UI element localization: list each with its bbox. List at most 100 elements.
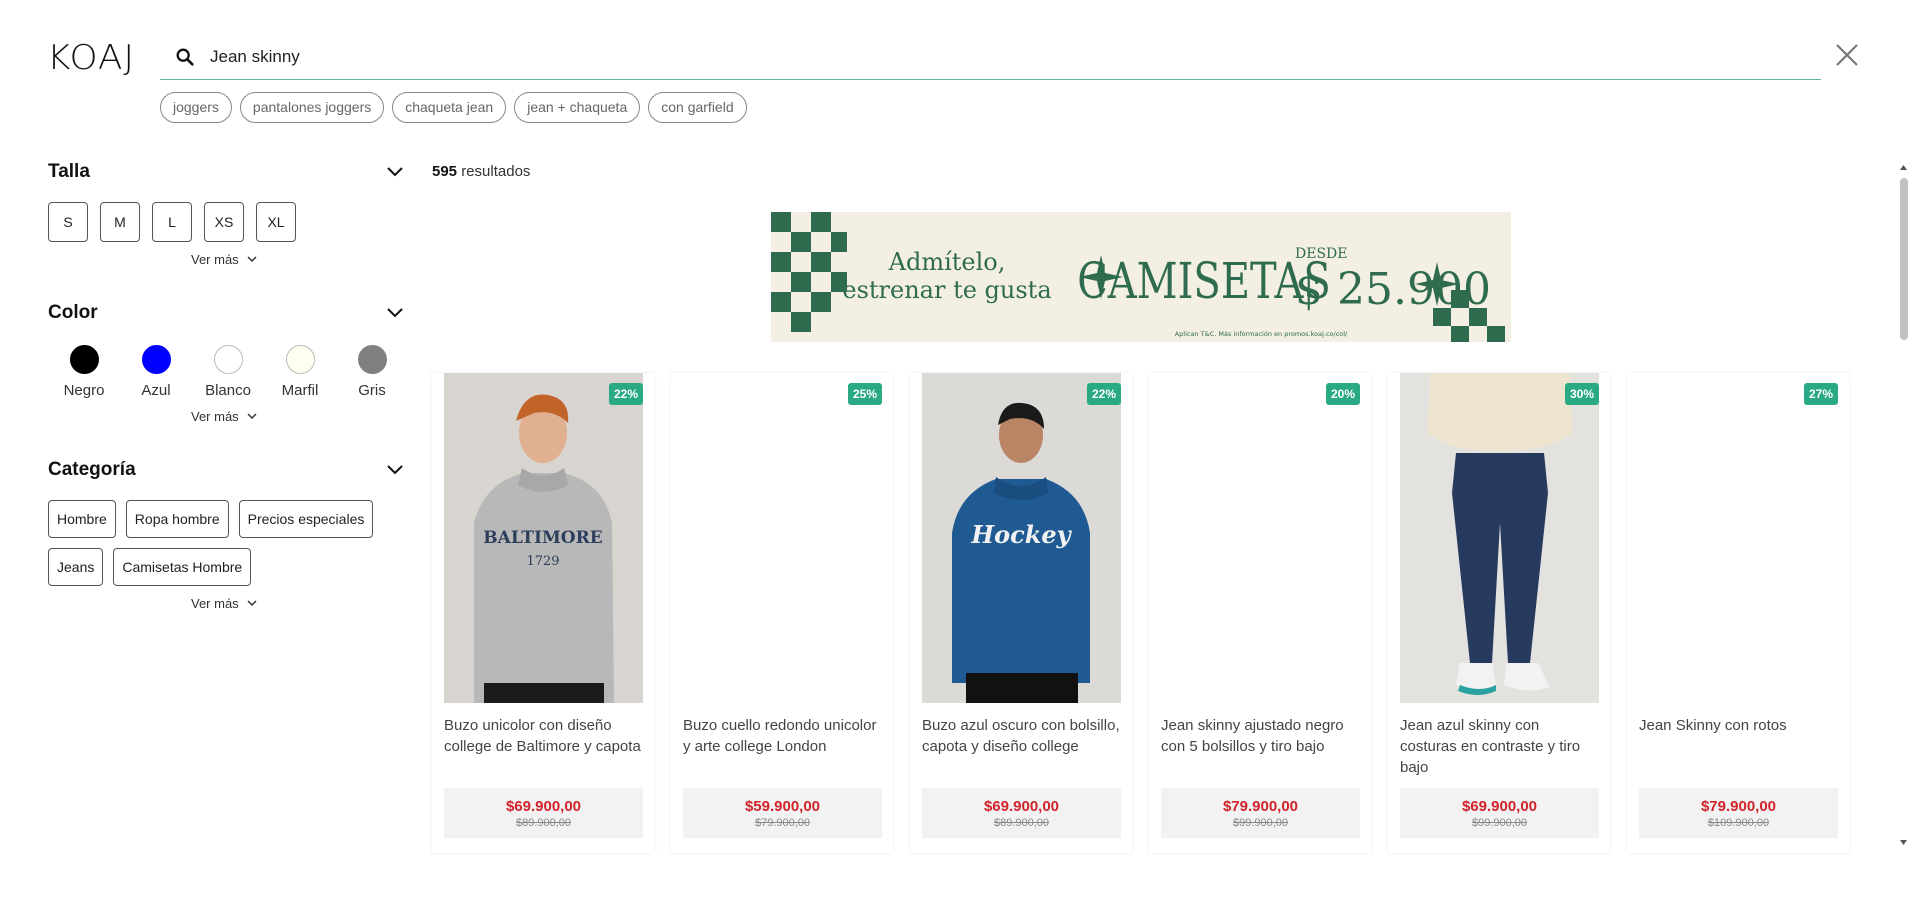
size-option-xl[interactable]: XL: [256, 202, 296, 242]
product-name[interactable]: Buzo azul oscuro con bolsillo, capota y …: [922, 715, 1120, 778]
size-filter-header[interactable]: Talla: [48, 158, 404, 186]
search-icon[interactable]: [174, 46, 196, 68]
scrollbar-thumb[interactable]: [1900, 178, 1908, 340]
suggestion-chip[interactable]: jean + chaqueta: [514, 92, 641, 123]
price-box: $79.900,00 $99.900,00: [1161, 788, 1360, 838]
product-old-price: $89.900,00: [993, 816, 1050, 829]
color-swatch[interactable]: [285, 345, 315, 374]
category-filter-header[interactable]: Categoría: [48, 456, 404, 484]
product-name[interactable]: Jean skinny ajustado negro con 5 bolsill…: [1161, 715, 1359, 778]
product-old-price: $99.900,00: [1232, 816, 1289, 829]
category-filter-title: Categoría: [48, 459, 136, 480]
product-name[interactable]: Buzo cuello redondo unicolor y arte coll…: [683, 715, 881, 778]
category-more-button[interactable]: Ver más: [191, 596, 408, 611]
product-card[interactable]: 27% Jean Skinny con rotos $79.900,00 $10…: [1627, 373, 1849, 853]
color-option-negro[interactable]: Negro: [48, 345, 120, 399]
color-filter: Color Negro Azul Blanco Marfil Gris Ver …: [48, 299, 408, 424]
color-option-azul[interactable]: Azul: [120, 345, 192, 399]
size-option-s[interactable]: S: [48, 202, 88, 242]
product-image[interactable]: 30%: [1400, 373, 1599, 703]
size-option-xs[interactable]: XS: [204, 202, 244, 242]
product-card[interactable]: 20% Jean skinny ajustado negro con 5 bol…: [1149, 373, 1371, 853]
color-swatch[interactable]: [213, 345, 243, 374]
category-option-ropa-hombre[interactable]: Ropa hombre: [125, 500, 229, 538]
print-text: Hockey: [970, 520, 1072, 549]
suggestion-chip[interactable]: pantalones joggers: [239, 92, 385, 123]
color-option-blanco[interactable]: Blanco: [192, 345, 264, 399]
results-count: 595 resultados: [432, 163, 530, 180]
product-image[interactable]: Hockey 22%: [922, 373, 1121, 703]
color-label: Blanco: [205, 382, 251, 399]
price-box: $69.900,00 $99.900,00: [1400, 788, 1599, 838]
chevron-down-icon: [247, 600, 257, 607]
product-name[interactable]: Jean azul skinny con costuras en contras…: [1400, 715, 1598, 778]
more-label: Ver más: [191, 409, 239, 424]
size-option-m[interactable]: M: [100, 202, 140, 242]
color-label: Azul: [141, 382, 171, 399]
suggestion-chip[interactable]: joggers: [160, 92, 232, 123]
color-option-gris[interactable]: Gris: [336, 345, 408, 399]
product-name[interactable]: Jean Skinny con rotos: [1639, 715, 1837, 778]
product-card[interactable]: 30% Jean azul skinny con costuras en con…: [1388, 373, 1610, 853]
print-text: BALTIMORE: [483, 528, 602, 548]
discount-badge: 20%: [1325, 383, 1360, 405]
product-price: $69.900,00: [505, 797, 582, 815]
discount-badge: 27%: [1803, 383, 1838, 405]
banner-from: DESDE: [1295, 246, 1347, 262]
promo-banner[interactable]: Admítelo, estrenar te gusta CAMISETAS DE…: [771, 212, 1511, 342]
color-option-marfil[interactable]: Marfil: [264, 345, 336, 399]
color-label: Marfil: [281, 382, 319, 399]
product-image[interactable]: BALTIMORE 1729 22%: [444, 373, 643, 703]
color-more-button[interactable]: Ver más: [191, 409, 408, 424]
color-filter-header[interactable]: Color: [48, 299, 404, 327]
jeans-photo: [1400, 373, 1599, 703]
more-label: Ver más: [191, 596, 239, 611]
product-card[interactable]: 25% Buzo cuello redondo unicolor y arte …: [671, 373, 893, 853]
product-name[interactable]: Buzo unicolor con diseño college de Balt…: [444, 715, 642, 778]
suggestion-chip[interactable]: con garfield: [648, 92, 747, 123]
banner-product: CAMISETAS: [1077, 252, 1331, 311]
koaj-logo[interactable]: KOAJ: [47, 38, 135, 78]
discount-badge: 25%: [847, 383, 882, 405]
color-swatch[interactable]: [69, 345, 99, 374]
product-old-price: $109.900,00: [1707, 816, 1770, 829]
search-suggestions: joggers pantalones joggers chaqueta jean…: [160, 92, 747, 123]
size-option-l[interactable]: L: [152, 202, 192, 242]
size-more-button[interactable]: Ver más: [191, 252, 408, 267]
product-old-price: $99.900,00: [1471, 816, 1528, 829]
product-grid: BALTIMORE 1729 22% Buzo unicolor con dis…: [432, 373, 1849, 853]
search-input[interactable]: [210, 46, 1710, 67]
promo-banner-graphic: Admítelo, estrenar te gusta CAMISETAS DE…: [771, 212, 1505, 342]
price-box: $69.900,00 $89.900,00: [444, 788, 643, 838]
product-price: $79.900,00: [1222, 797, 1299, 815]
product-price: $69.900,00: [1461, 797, 1538, 815]
price-box: $59.900,00 $79.900,00: [683, 788, 882, 838]
results-number: 595: [432, 163, 458, 180]
color-label: Gris: [358, 382, 386, 399]
chevron-down-icon[interactable]: [386, 307, 404, 319]
blue-hoodie-photo: Hockey: [922, 373, 1121, 703]
product-card[interactable]: BALTIMORE 1729 22% Buzo unicolor con dis…: [432, 373, 654, 853]
banner-line2: estrenar te gusta: [842, 276, 1051, 304]
suggestion-chip[interactable]: chaqueta jean: [392, 92, 507, 123]
product-price: $69.900,00: [983, 797, 1060, 815]
color-swatch[interactable]: [357, 345, 387, 374]
product-image[interactable]: 25%: [683, 373, 882, 703]
close-icon[interactable]: [1834, 42, 1860, 68]
category-option-camisetas-hombre[interactable]: Camisetas Hombre: [113, 548, 252, 586]
discount-badge: 30%: [1564, 383, 1599, 405]
discount-badge: 22%: [1086, 383, 1121, 405]
print-subtext: 1729: [526, 554, 559, 569]
chevron-down-icon[interactable]: [386, 166, 404, 178]
chevron-down-icon[interactable]: [386, 464, 404, 476]
product-card[interactable]: Hockey 22% Buzo azul oscuro con bolsillo…: [910, 373, 1132, 853]
color-swatch[interactable]: [141, 345, 171, 374]
product-image[interactable]: 20%: [1161, 373, 1360, 703]
category-option-jeans[interactable]: Jeans: [48, 548, 104, 586]
category-option-hombre[interactable]: Hombre: [48, 500, 116, 538]
more-label: Ver más: [191, 252, 239, 267]
color-label: Negro: [63, 382, 105, 399]
category-option-precios-especiales[interactable]: Precios especiales: [238, 500, 374, 538]
product-price: $59.900,00: [744, 797, 821, 815]
product-image[interactable]: 27%: [1639, 373, 1838, 703]
